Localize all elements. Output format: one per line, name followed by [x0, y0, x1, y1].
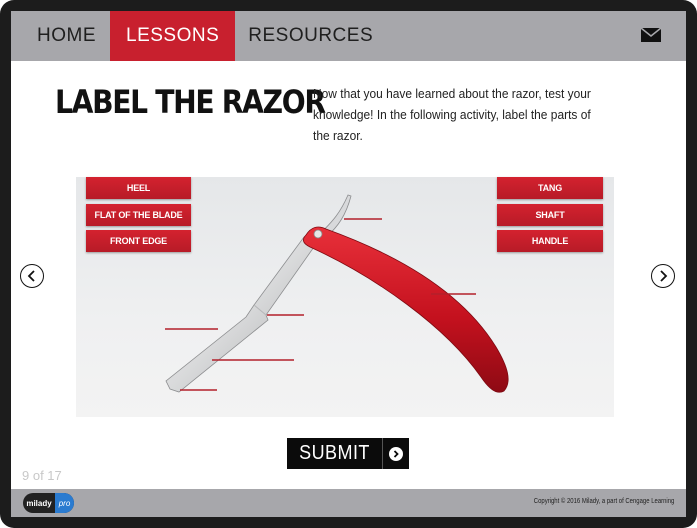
envelope-icon[interactable]	[641, 28, 661, 42]
chevron-right-circle-icon	[383, 446, 409, 461]
submit-label: SUBMIT	[299, 442, 370, 464]
next-button[interactable]	[651, 264, 675, 288]
nav-home[interactable]: HOME	[11, 11, 110, 61]
previous-button[interactable]	[20, 264, 44, 288]
label-front-edge[interactable]: FRONT EDGE	[86, 230, 191, 252]
logo-badge: pro	[55, 493, 74, 513]
page-title: LABEL THE RAZOR	[55, 83, 326, 121]
page-counter: 9 of 17	[22, 468, 62, 483]
razor-activity: HEEL FLAT OF THE BLADE FRONT EDGE TANG S…	[76, 177, 614, 417]
label-heel[interactable]: HEEL	[86, 177, 191, 199]
submit-button[interactable]: SUBMIT	[287, 438, 409, 469]
footer: milady pro Copyright © 2016 Milady, a pa…	[11, 489, 686, 517]
intro-text: Now that you have learned about the razo…	[313, 86, 591, 143]
chevron-left-icon	[27, 270, 35, 282]
logo-text: milady	[26, 498, 52, 508]
label-shaft[interactable]: SHAFT	[497, 204, 603, 226]
label-tang[interactable]: TANG	[497, 177, 603, 199]
milady-pro-logo: milady pro	[23, 493, 74, 513]
label-handle[interactable]: HANDLE	[497, 230, 603, 252]
nav-resources[interactable]: RESOURCES	[235, 11, 386, 61]
nav-lessons[interactable]: LESSONS	[110, 11, 236, 61]
screen: HOME LESSONS RESOURCES LABEL THE RAZOR N…	[11, 11, 686, 517]
copyright: Copyright © 2016 Milady, a part of Cenga…	[533, 498, 674, 505]
label-flat-of-the-blade[interactable]: FLAT OF THE BLADE	[86, 204, 191, 226]
device-frame: HOME LESSONS RESOURCES LABEL THE RAZOR N…	[0, 0, 697, 528]
top-nav: HOME LESSONS RESOURCES	[11, 11, 686, 61]
chevron-right-icon	[660, 270, 668, 282]
